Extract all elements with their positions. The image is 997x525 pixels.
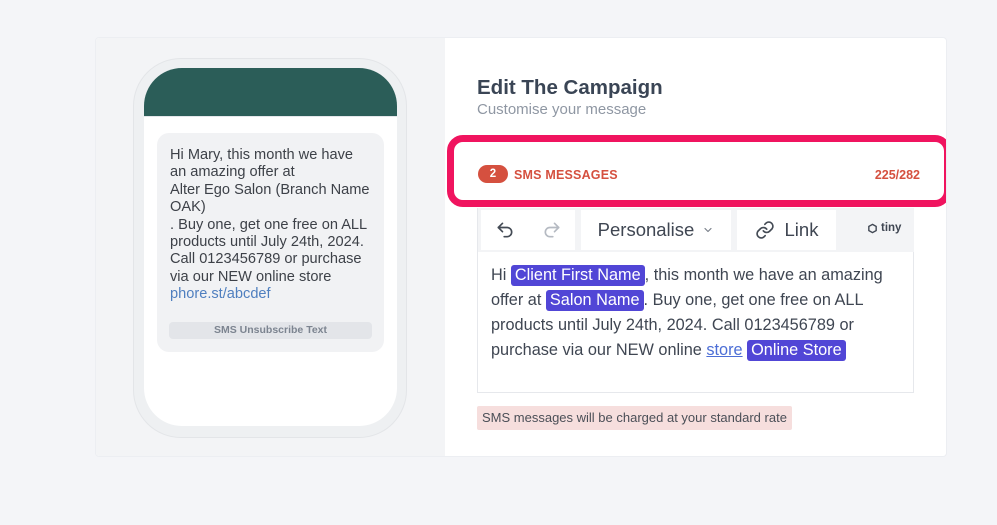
undo-button[interactable]: [481, 210, 528, 250]
sms-bubble: Hi Mary, this month we have an amazing o…: [157, 133, 384, 352]
preview-salon: Alter Ego Salon (Branch Name OAK): [170, 181, 370, 216]
store-link[interactable]: store: [706, 341, 742, 359]
character-count: 225/282: [874, 168, 920, 182]
merge-tag-salon-name[interactable]: Salon Name: [545, 290, 644, 311]
preview-message-part2: . Buy one, get one free on ALL products …: [170, 216, 367, 285]
personalise-dropdown[interactable]: Personalise: [581, 210, 731, 250]
link-button[interactable]: Link: [737, 210, 836, 250]
sms-count-badge: 2: [478, 165, 508, 183]
tiny-logo[interactable]: tiny: [867, 222, 901, 234]
phone-divider: [144, 116, 397, 117]
page-title: Edit The Campaign: [477, 76, 663, 99]
campaign-card: Hi Mary, this month we have an amazing o…: [96, 38, 946, 456]
undo-icon: [497, 222, 512, 238]
preview-message-part1: Hi Mary, this month we have an amazing o…: [170, 147, 354, 181]
phone-screen: Hi Mary, this month we have an amazing o…: [144, 68, 397, 426]
message-editor: Personalise Link tiny Hi Client First Na…: [477, 208, 914, 393]
sms-preview-pane: Hi Mary, this month we have an amazing o…: [96, 38, 445, 456]
history-group: [481, 210, 575, 250]
tiny-logo-text: tiny: [881, 222, 902, 234]
sms-counter-box: 2 SMS MESSAGES 225/282: [447, 135, 946, 207]
unsubscribe-text: SMS Unsubscribe Text: [169, 322, 372, 339]
preview-link[interactable]: phore.st/abcdef: [170, 286, 271, 302]
sms-messages-label: SMS MESSAGES: [514, 168, 618, 182]
editor-content[interactable]: Hi Client First Name, this month we have…: [491, 263, 911, 363]
redo-icon: [544, 222, 559, 238]
tiny-logo-icon: [868, 223, 877, 233]
personalise-label: Personalise: [597, 219, 695, 240]
phone-header: [144, 68, 397, 116]
merge-tag-client-first-name[interactable]: Client First Name: [510, 265, 645, 286]
content-text: Hi: [491, 266, 511, 284]
editor-toolbar: Personalise Link tiny: [478, 208, 914, 252]
chevron-down-icon: [704, 227, 712, 233]
rate-notice: SMS messages will be charged at your sta…: [477, 406, 792, 430]
merge-tag-online-store[interactable]: Online Store: [747, 340, 846, 361]
link-label: Link: [784, 219, 819, 240]
redo-button[interactable]: [528, 210, 575, 250]
page-subtitle: Customise your message: [477, 101, 647, 118]
link-icon: [755, 221, 774, 239]
